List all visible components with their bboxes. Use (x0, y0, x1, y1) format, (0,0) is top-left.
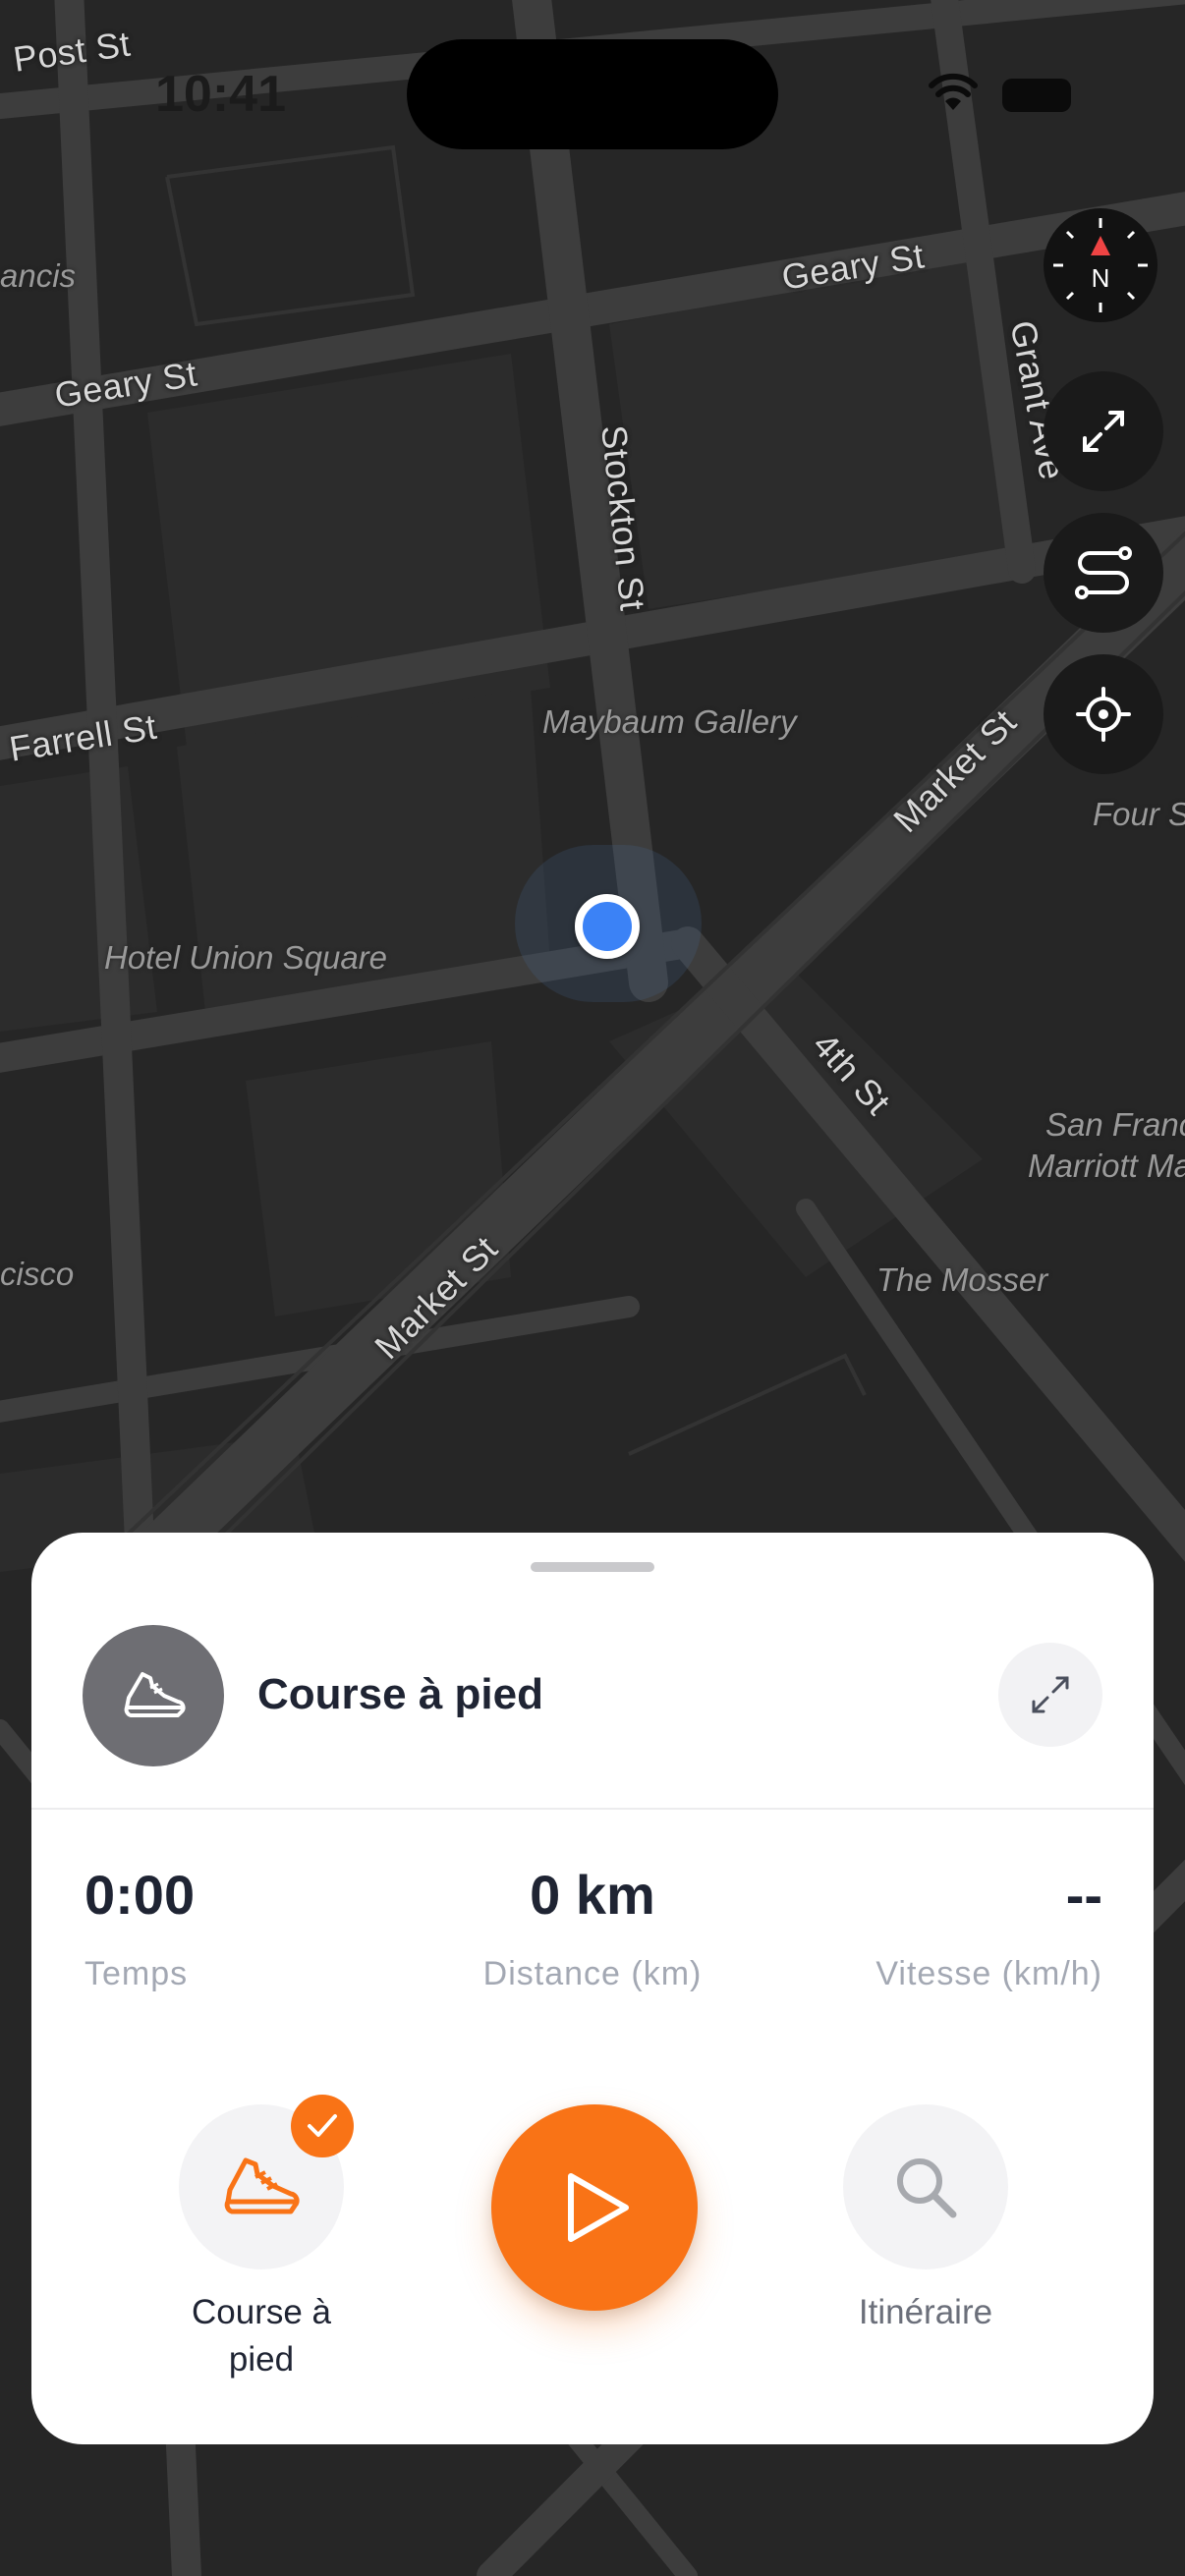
itinerary-button[interactable] (843, 2104, 1008, 2269)
poi-label-marriott: Marriott Ma (1028, 1148, 1185, 1184)
start-activity-button[interactable] (491, 2104, 698, 2311)
poi-label-san-franc: San Franc (1045, 1106, 1185, 1143)
running-shoe-icon (124, 1672, 186, 1717)
compass-icon[interactable]: N (1044, 208, 1157, 322)
search-icon (897, 2158, 957, 2218)
activity-select-label: Course à pied (163, 2289, 360, 2383)
poi-label-ancis: ancis (0, 257, 77, 294)
poi-label-four-s: Four S (1093, 796, 1185, 832)
crosshair-icon (1076, 687, 1131, 742)
itinerary-label: Itinéraire (858, 2293, 993, 2331)
play-icon (568, 2173, 629, 2242)
checkmark-icon (308, 2114, 337, 2137)
poi-label-maybaum: Maybaum Gallery (542, 703, 797, 740)
stat-speed-label: Vitesse (km/h) (875, 1955, 1102, 1992)
activity-bottom-sheet: Course à pied 0:00 Temps 0 km Distance (… (31, 1533, 1154, 2444)
stat-distance-value: 0 km (530, 1864, 655, 1926)
route-icon (1075, 546, 1132, 599)
route-button[interactable] (1044, 513, 1163, 633)
expand-arrows-icon (1083, 411, 1124, 452)
status-time: 10:41 (155, 66, 286, 123)
fullscreen-map-button[interactable] (1044, 371, 1163, 491)
sheet-grabber[interactable] (531, 1562, 654, 1572)
sheet-divider (31, 1808, 1154, 1810)
wifi-icon (929, 73, 978, 110)
poi-label-mosser: The Mosser (876, 1261, 1048, 1298)
recenter-location-button[interactable] (1044, 654, 1163, 774)
activity-type-icon[interactable] (83, 1625, 224, 1766)
battery-icon (1002, 79, 1071, 112)
expand-arrows-icon (1032, 1676, 1069, 1713)
poi-label-hotel-union-square: Hotel Union Square (104, 939, 388, 976)
expand-sheet-button[interactable] (998, 1643, 1102, 1747)
running-shoe-icon (224, 2157, 300, 2214)
compass-north-label: N (1092, 263, 1110, 293)
selected-check-badge (291, 2095, 354, 2157)
dynamic-island (407, 39, 778, 149)
activity-title: Course à pied (257, 1670, 543, 1718)
activity-select-label-line1: Course à (191, 2293, 332, 2331)
stat-speed-value: -- (1065, 1864, 1102, 1926)
user-location-dot (575, 894, 640, 959)
activity-select-label-line2: pied (228, 2340, 295, 2379)
poi-label-cisco: cisco (0, 1256, 75, 1292)
